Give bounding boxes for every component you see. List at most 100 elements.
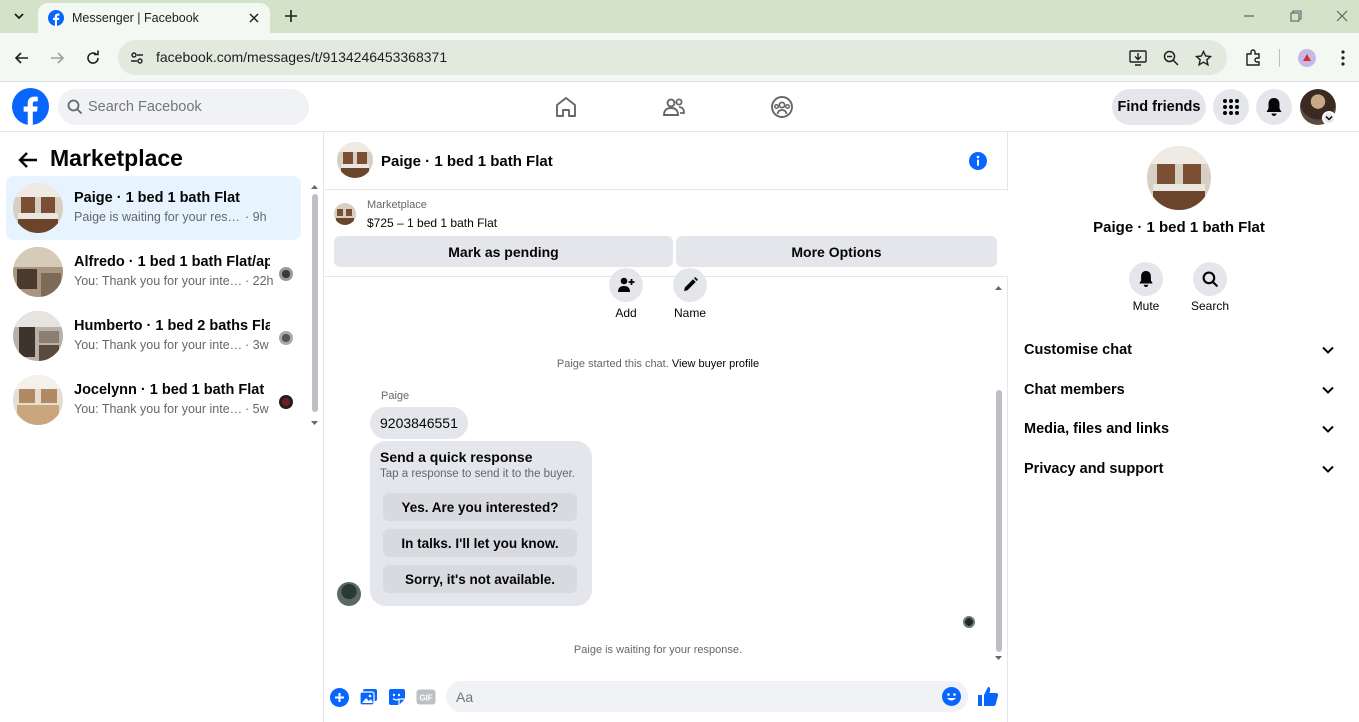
chat-title[interactable]: Paige · 1 bed 1 bath Flat — [381, 153, 553, 170]
sticker-button[interactable] — [387, 687, 407, 707]
seen-avatar — [279, 395, 293, 409]
message-bubble[interactable]: 9203846551 — [370, 407, 468, 439]
thumbs-up-icon[interactable] — [977, 685, 999, 707]
search-icon — [1202, 271, 1218, 287]
add-label: Add — [615, 306, 637, 320]
search-icon — [67, 99, 83, 115]
facebook-header: Find friends — [0, 82, 1359, 132]
conversation-name: Alfredo · 1 bed 1 bath Flat/ap... — [74, 254, 270, 270]
back-button[interactable] — [10, 46, 34, 70]
quick-response-title: Send a quick response — [380, 449, 533, 465]
facebook-search-input[interactable] — [88, 89, 298, 125]
facebook-logo-icon[interactable] — [12, 88, 49, 125]
listing-thumbnail — [13, 247, 63, 297]
section-label: Customise chat — [1024, 342, 1132, 358]
groups-nav-icon[interactable] — [769, 94, 795, 120]
gif-icon: GIF — [416, 689, 436, 705]
attach-media-button[interactable] — [358, 687, 378, 707]
conversation-preview-text: You: Thank you for your interes... — [74, 274, 245, 288]
chat-scroll-thumb[interactable] — [996, 390, 1002, 652]
edit-name-button[interactable] — [673, 268, 707, 302]
find-friends-button[interactable]: Find friends — [1112, 89, 1206, 125]
browser-tab-bar: Messenger | Facebook — [0, 0, 1359, 33]
marketplace-listing-bar: Marketplace $725 – 1 bed 1 bath Flat Mar… — [325, 191, 1008, 277]
close-window-icon[interactable] — [1330, 6, 1354, 26]
conversation-item-paige[interactable]: Paige · 1 bed 1 bath Flat Paige is waiti… — [6, 176, 301, 240]
browser-toolbar: facebook.com/messages/t/9134246453368371 — [0, 33, 1359, 82]
minimize-window-icon[interactable] — [1237, 6, 1261, 26]
message-composer[interactable] — [446, 681, 968, 712]
message-input[interactable] — [456, 681, 916, 712]
listing-price-title[interactable]: $725 – 1 bed 1 bath Flat — [367, 216, 497, 230]
home-nav-icon[interactable] — [553, 94, 579, 120]
chat-details-panel: Paige · 1 bed 1 bath Flat Mute Search Cu… — [1009, 132, 1359, 722]
seen-avatar — [279, 267, 293, 281]
browser-menu-icon[interactable] — [1331, 46, 1355, 70]
plus-icon — [285, 10, 297, 22]
extensions-icon[interactable] — [1241, 46, 1265, 70]
chat-avatar[interactable] — [337, 142, 373, 178]
facebook-search-box[interactable] — [58, 89, 309, 125]
forward-button[interactable] — [45, 46, 69, 70]
add-person-icon — [618, 277, 635, 292]
emoji-icon[interactable] — [942, 687, 961, 706]
quick-response-button-in-talks[interactable]: In talks. I'll let you know. — [383, 529, 577, 557]
install-app-icon[interactable] — [1128, 48, 1148, 68]
browser-tab[interactable]: Messenger | Facebook — [38, 3, 270, 33]
gif-button[interactable]: GIF — [416, 687, 436, 707]
more-options-button[interactable]: More Options — [676, 236, 997, 267]
facebook-favicon-icon — [48, 10, 64, 26]
view-buyer-profile-link[interactable]: View buyer profile — [672, 358, 759, 370]
details-avatar[interactable] — [1147, 146, 1211, 210]
conversation-time: · 5w — [245, 402, 269, 416]
conversation-list-panel: Marketplace Paige · 1 bed 1 bath Flat Pa… — [0, 132, 324, 722]
conversation-list-scroll-thumb[interactable] — [312, 194, 318, 412]
search-label: Search — [1190, 299, 1230, 313]
section-customise-chat[interactable]: Customise chat — [1015, 332, 1343, 368]
quick-response-button-interested[interactable]: Yes. Are you interested? — [383, 493, 577, 521]
bell-icon — [1139, 271, 1153, 287]
reload-icon — [87, 50, 99, 64]
conversation-item-alfredo[interactable]: Alfredo · 1 bed 1 bath Flat/ap... You: T… — [6, 240, 301, 304]
marketplace-label: Marketplace — [367, 199, 427, 211]
add-person-button[interactable] — [609, 268, 643, 302]
tab-search-button[interactable] — [6, 4, 32, 28]
mark-as-pending-button[interactable]: Mark as pending — [334, 236, 673, 267]
section-privacy-support[interactable]: Privacy and support — [1015, 451, 1343, 487]
close-tab-icon[interactable] — [246, 10, 262, 26]
search-in-chat-button[interactable] — [1193, 262, 1227, 296]
notifications-button[interactable] — [1256, 89, 1292, 125]
quick-response-card: Send a quick response Tap a response to … — [370, 441, 592, 606]
profile-icon[interactable] — [1295, 46, 1319, 70]
quick-response-button-not-available[interactable]: Sorry, it's not available. — [383, 565, 577, 593]
message-sender-name: Paige — [381, 390, 410, 402]
listing-thumbnail — [13, 375, 63, 425]
mute-button[interactable] — [1129, 262, 1163, 296]
menu-grid-button[interactable] — [1213, 89, 1249, 125]
chevron-down-icon — [1322, 346, 1334, 354]
section-media-files-links[interactable]: Media, files and links — [1015, 411, 1343, 447]
sender-avatar[interactable] — [337, 582, 361, 606]
conversation-preview: You: Thank you for your interest... · 5w — [74, 402, 269, 416]
info-icon[interactable] — [969, 152, 987, 170]
account-caret-icon[interactable] — [1322, 111, 1336, 125]
zoom-icon[interactable] — [1161, 48, 1181, 68]
bookmark-star-icon[interactable] — [1193, 48, 1213, 68]
toolbar-divider — [1279, 49, 1280, 67]
conversation-item-jocelynn[interactable]: Jocelynn · 1 bed 1 bath Flat You: Thank … — [6, 368, 301, 432]
new-tab-button[interactable] — [280, 5, 302, 27]
conversation-preview-text: Paige is waiting for your response. — [74, 210, 245, 224]
site-settings-icon[interactable] — [128, 49, 146, 67]
conversation-name: Humberto · 1 bed 2 baths Flat... — [74, 318, 270, 334]
address-bar[interactable]: facebook.com/messages/t/9134246453368371 — [118, 40, 1227, 75]
conversation-name: Jocelynn · 1 bed 1 bath Flat — [74, 382, 265, 398]
friends-nav-icon[interactable] — [661, 94, 687, 120]
restore-window-icon[interactable] — [1284, 6, 1308, 26]
conversation-item-humberto[interactable]: Humberto · 1 bed 2 baths Flat... You: Th… — [6, 304, 301, 368]
section-chat-members[interactable]: Chat members — [1015, 372, 1343, 408]
bell-icon — [1266, 98, 1282, 116]
reload-button[interactable] — [81, 46, 105, 70]
read-receipt-avatar — [963, 616, 975, 628]
more-actions-button[interactable] — [329, 687, 349, 707]
back-arrow-icon[interactable] — [16, 148, 40, 172]
